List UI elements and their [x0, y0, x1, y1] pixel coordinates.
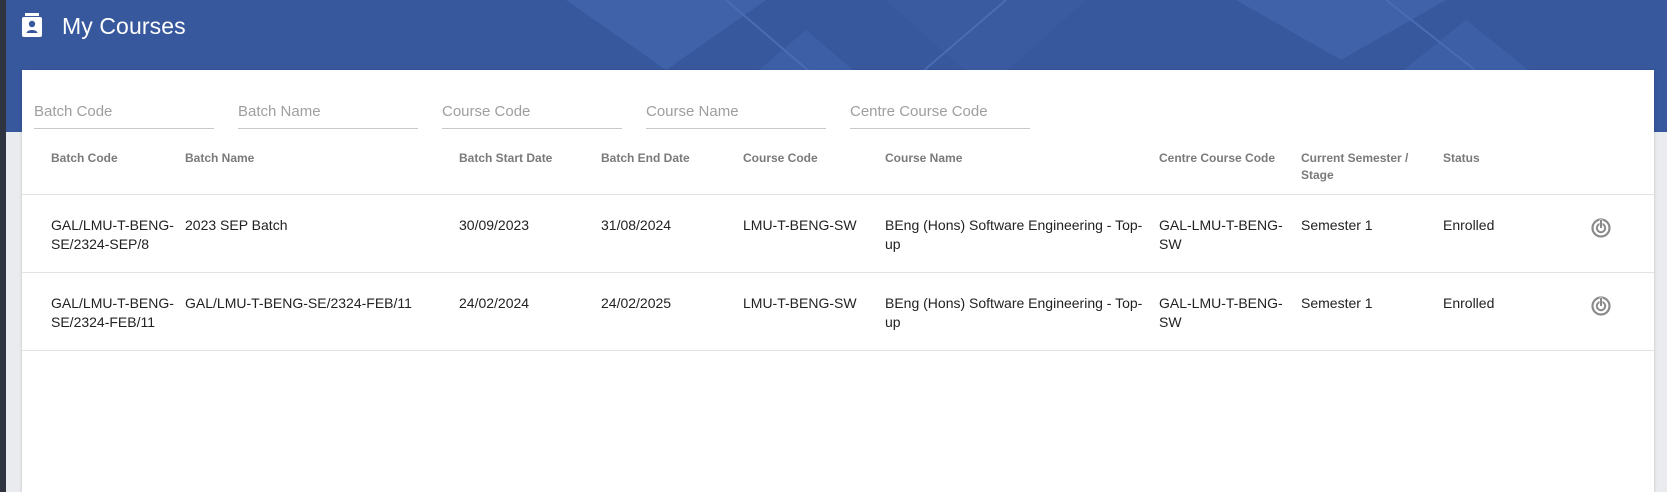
centre-course-code-filter-input[interactable]	[850, 94, 1030, 129]
batch-name-filter-input[interactable]	[238, 94, 418, 129]
cell-centre-course-code: GAL-LMU-T-BENG-SW	[1159, 194, 1301, 273]
cell-course-name: BEng (Hons) Software Engineering - Top-u…	[885, 194, 1159, 273]
column-header-current-semester[interactable]: Current Semester / Stage	[1301, 150, 1443, 195]
cell-batch-name: GAL/LMU-T-BENG-SE/2324-FEB/11	[185, 272, 459, 351]
table-row[interactable]: GAL/LMU-T-BENG-SE/2324-SEP/8 2023 SEP Ba…	[22, 194, 1654, 273]
cell-status: Enrolled	[1443, 272, 1553, 351]
progress-dial-icon[interactable]	[1589, 216, 1613, 240]
cell-actions	[1553, 194, 1654, 273]
cell-end-date: 31/08/2024	[601, 194, 743, 273]
column-header-batch-end-date[interactable]: Batch End Date	[601, 150, 743, 195]
cell-semester: Semester 1	[1301, 272, 1443, 351]
progress-dial-icon[interactable]	[1589, 294, 1613, 318]
course-name-filter-input[interactable]	[646, 94, 826, 129]
courses-card: Batch Code Batch Name Batch Start Date B…	[22, 70, 1654, 492]
cell-semester: Semester 1	[1301, 194, 1443, 273]
table-row[interactable]: GAL/LMU-T-BENG-SE/2324-FEB/11 GAL/LMU-T-…	[22, 272, 1654, 351]
cell-batch-code: GAL/LMU-T-BENG-SE/2324-SEP/8	[22, 194, 185, 273]
cell-batch-name: 2023 SEP Batch	[185, 194, 459, 273]
cell-start-date: 30/09/2023	[459, 194, 601, 273]
cell-centre-course-code: GAL-LMU-T-BENG-SW	[1159, 272, 1301, 351]
cell-actions	[1553, 272, 1654, 351]
page-header: My Courses	[22, 10, 186, 42]
cell-start-date: 24/02/2024	[459, 272, 601, 351]
column-header-status[interactable]: Status	[1443, 150, 1553, 195]
column-header-batch-start-date[interactable]: Batch Start Date	[459, 150, 601, 195]
cell-course-name: BEng (Hons) Software Engineering - Top-u…	[885, 272, 1159, 351]
cell-end-date: 24/02/2025	[601, 272, 743, 351]
column-header-course-code[interactable]: Course Code	[743, 150, 885, 195]
batch-code-filter-input[interactable]	[34, 94, 214, 129]
column-header-batch-code[interactable]: Batch Code	[22, 150, 185, 195]
page-title: My Courses	[62, 12, 186, 39]
column-header-actions	[1553, 150, 1654, 195]
cell-course-code: LMU-T-BENG-SW	[743, 272, 885, 351]
course-code-filter-input[interactable]	[442, 94, 622, 129]
cell-status: Enrolled	[1443, 194, 1553, 273]
column-header-batch-name[interactable]: Batch Name	[185, 150, 459, 195]
table-header-row: Batch Code Batch Name Batch Start Date B…	[22, 150, 1654, 195]
column-header-centre-course-code[interactable]: Centre Course Code	[1159, 150, 1301, 195]
filter-bar	[34, 94, 1054, 129]
cell-course-code: LMU-T-BENG-SW	[743, 194, 885, 273]
cell-batch-code: GAL/LMU-T-BENG-SE/2324-FEB/11	[22, 272, 185, 351]
courses-table: Batch Code Batch Name Batch Start Date B…	[22, 150, 1654, 351]
column-header-course-name[interactable]: Course Name	[885, 150, 1159, 195]
contact-book-icon	[22, 13, 42, 37]
